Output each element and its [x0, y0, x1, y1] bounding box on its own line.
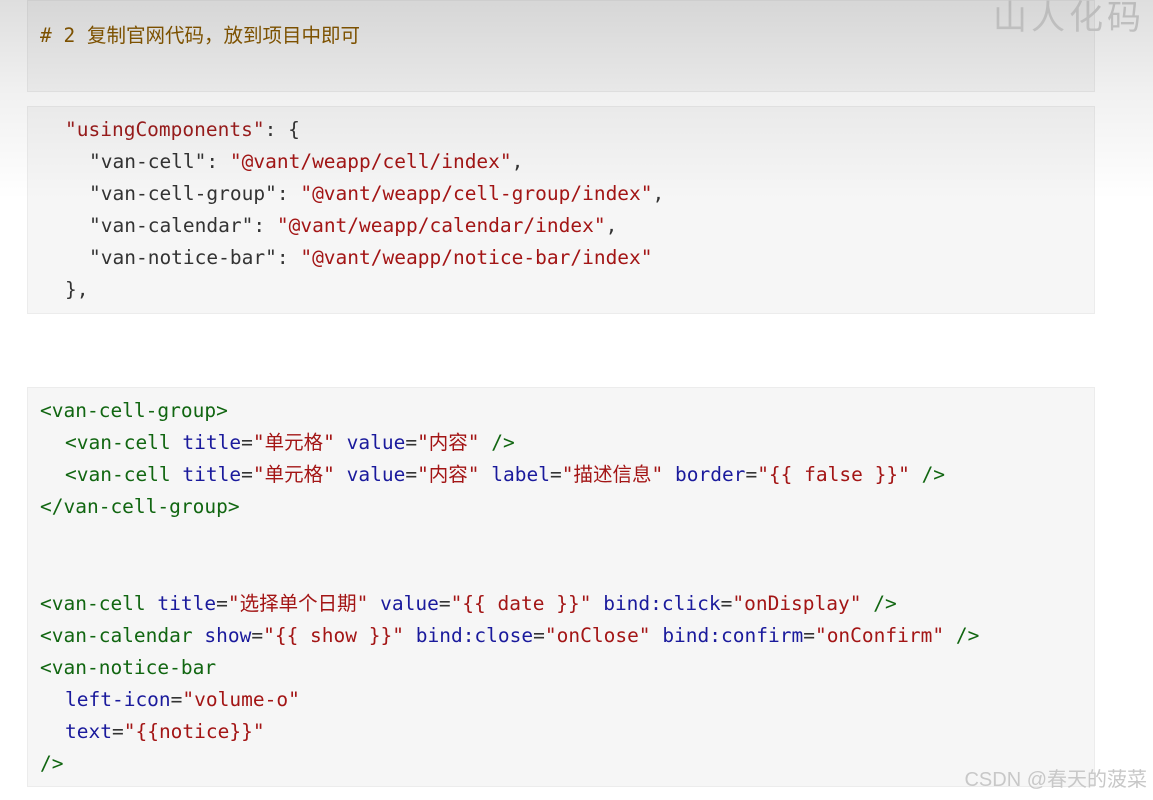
json-value: "@vant/weapp/calendar/index"	[276, 214, 606, 237]
tag-name: </van-cell-group>	[40, 495, 240, 518]
tag-name: <van-calendar	[40, 624, 193, 647]
tag-name: <van-cell	[65, 431, 171, 454]
tag-name: <van-cell-group>	[40, 399, 228, 422]
tag-name: <van-cell	[40, 592, 146, 615]
code-line: "van-notice-bar": "@vant/weapp/notice-ba…	[89, 242, 653, 274]
tag-close: />	[955, 624, 980, 647]
code-line: "van-cell": "@vant/weapp/cell/index",	[89, 146, 523, 178]
attr-value: "内容"	[417, 463, 480, 486]
attr-value: "单元格"	[252, 431, 335, 454]
json-punct: :	[276, 182, 301, 205]
code-line: />	[40, 748, 63, 780]
tag-name: <van-notice-bar	[40, 656, 217, 679]
attr-name: value	[346, 463, 406, 486]
tag-close: />	[491, 431, 515, 454]
attr-value: "单元格"	[252, 463, 335, 486]
json-key: "van-calendar"	[89, 214, 254, 237]
code-line: text="{{notice}}"	[65, 720, 265, 743]
comment-line: # 2 复制官网代码，放到项目中即可	[40, 24, 360, 47]
json-punct: :	[206, 150, 230, 173]
json-punct: :	[253, 214, 277, 237]
json-punct: ,	[605, 214, 618, 237]
attr-value: "onConfirm"	[814, 624, 945, 647]
json-key: "van-cell-group"	[89, 182, 277, 205]
attr-name: title	[182, 463, 242, 486]
code-line: <van-calendar show="{{ show }}" bind:clo…	[40, 624, 980, 647]
json-value: "@vant/weapp/notice-bar/index"	[300, 246, 653, 269]
json-value: "@vant/weapp/cell-group/index"	[300, 182, 653, 205]
attr-value: "{{ show }}"	[263, 624, 404, 647]
attr-name: bind:close	[415, 624, 534, 647]
attr-value: "{{ date }}"	[450, 592, 592, 615]
attr-value: "{{ false }}"	[757, 463, 910, 486]
json-code-block: "usingComponents": { "van-cell": "@vant/…	[27, 106, 1095, 314]
code-line: <van-notice-bar	[40, 652, 216, 684]
attr-value: "{{notice}}"	[123, 720, 265, 743]
json-key: "usingComponents"	[65, 118, 265, 141]
code-line: "van-cell-group": "@vant/weapp/cell-grou…	[89, 178, 664, 210]
wxml-code-block: <van-cell-group> <van-cell title="单元格" v…	[27, 387, 1095, 787]
attr-name: label	[491, 463, 550, 486]
json-value: "@vant/weapp/cell/index"	[229, 150, 512, 173]
code-line: "usingComponents": {	[65, 114, 300, 146]
code-line: <van-cell title="单元格" value="内容" />	[65, 431, 515, 454]
tag-close: />	[873, 592, 897, 615]
header-fragment: 山人化码	[993, 0, 1145, 38]
code-line: left-icon="volume-o"	[65, 688, 300, 711]
code-line: <van-cell title="单元格" value="内容" label="…	[65, 463, 946, 486]
code-line: },	[65, 278, 89, 301]
json-key: "van-cell"	[89, 150, 207, 173]
attr-value: "描述信息"	[561, 463, 664, 486]
json-punct: : {	[264, 118, 300, 141]
tag-name: <van-cell	[65, 463, 171, 486]
attr-name: bind:click	[603, 592, 721, 615]
code-line: "van-calendar": "@vant/weapp/calendar/in…	[89, 210, 617, 242]
attr-name: border	[674, 463, 746, 486]
attr-value: "内容"	[417, 431, 480, 454]
code-line: <van-cell-group>	[40, 395, 228, 427]
attr-name: left-icon	[65, 688, 171, 711]
csdn-watermark: CSDN @春天的菠菜	[964, 769, 1147, 791]
attr-name: title	[157, 592, 217, 615]
attr-value: "onClose"	[544, 624, 651, 647]
json-key: "van-notice-bar"	[89, 246, 277, 269]
attr-name: value	[346, 431, 406, 454]
attr-value: "volume-o"	[182, 688, 300, 711]
attr-name: value	[380, 592, 439, 615]
json-punct: ,	[652, 182, 665, 205]
tag-close: />	[40, 752, 64, 775]
attr-name: text	[65, 720, 112, 743]
code-line: <van-cell title="选择单个日期" value="{{ date …	[40, 592, 897, 615]
attr-value: "选择单个日期"	[227, 592, 369, 615]
attr-name: title	[182, 431, 242, 454]
attr-value: "onDisplay"	[732, 592, 862, 615]
code-line: </van-cell-group>	[40, 491, 240, 523]
tag-close: />	[921, 463, 946, 486]
attr-name: show	[204, 624, 252, 647]
comment-code-block: # 2 复制官网代码，放到项目中即可	[27, 0, 1095, 92]
json-punct: ,	[511, 150, 524, 173]
json-punct: :	[276, 246, 301, 269]
attr-name: bind:confirm	[662, 624, 804, 647]
